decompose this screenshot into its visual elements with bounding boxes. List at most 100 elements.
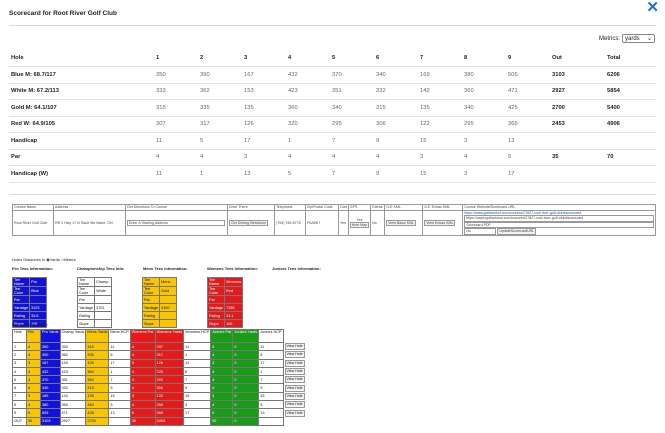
scorecard-cell: 5 [288, 165, 332, 183]
hole-map-button[interactable]: Hole Map [349, 221, 370, 228]
scorecard-cell: 1 [288, 132, 332, 150]
scorecard-no-select[interactable]: No [464, 228, 497, 235]
view-hole-button[interactable]: View Hole [284, 409, 305, 417]
scorecard-row: Gold M: 64.1/107 315 335 135 360 340 315 135 340… [9, 99, 656, 117]
grid-cell: 4 [129, 375, 156, 385]
tee-row: Tee Name Mens [141, 277, 178, 287]
scorecard-cell: White M: 67.2/113 [9, 83, 156, 100]
grid-cell: 0 [232, 375, 260, 385]
scorecard-header-cell: 7 [420, 50, 464, 67]
scorecard-cell: 3 [464, 165, 508, 183]
driving-directions-button[interactable]: Get Driving Directions [229, 219, 268, 226]
grid-header-cell: Mens HCP [108, 329, 131, 343]
grid-spacer [283, 330, 311, 343]
scorecard-cell: 505 [508, 66, 552, 84]
tee-value [224, 295, 243, 304]
view-hole-button[interactable]: View Hole [284, 359, 305, 367]
tee-label: Yardage [141, 303, 161, 312]
grid-cell: 5 [108, 350, 131, 360]
scorecard-cell: 5854 [607, 83, 656, 100]
grid-cell: 317 [154, 350, 185, 360]
scorecard-cell: 4906 [607, 116, 656, 133]
view-extras-kml-button[interactable]: View Extras KML [424, 219, 456, 226]
grid-cell: 295 [154, 400, 185, 410]
header-divider [9, 25, 656, 26]
scorecard-cell: 4 [332, 149, 376, 166]
grid-cell: 4 [210, 383, 234, 393]
scorecard-cell: 35 [552, 149, 607, 166]
tee-row: Rating [76, 311, 113, 320]
grid-cell: 5 [26, 408, 41, 418]
view-hole-button[interactable]: View Hole [284, 376, 305, 384]
grid-cell: 4 [210, 350, 234, 360]
grid-cell: 390 [40, 350, 61, 360]
view-hole-button[interactable]: View Hole [284, 351, 305, 359]
view-basic-kml-button[interactable]: View Basic KML [386, 219, 417, 226]
scorecard-cell [607, 165, 656, 183]
view-hole-button[interactable]: View Hole [284, 384, 305, 392]
view-hole-button[interactable]: View Hole [284, 368, 305, 376]
scorecard-cell: 315 [156, 99, 200, 117]
scorecard-cell: 17 [508, 165, 552, 183]
scorecard-cell: Gold M: 64.1/107 [9, 99, 156, 117]
tee-row: Slope [141, 319, 178, 328]
grid-cell: 505 [40, 408, 61, 418]
tee-value: 3701 [94, 303, 113, 312]
scorecard-cell: 142 [420, 83, 464, 100]
womens-tee-table: Tee Name Womens Tee Color Red Par Yardage 7335… [206, 277, 243, 328]
scorecard-header-cell: Out [552, 50, 607, 67]
start-address-input[interactable]: Enter A Starting Address [127, 219, 225, 226]
view-hole-button[interactable]: View Hole [284, 392, 305, 400]
grid-cell: 153 [59, 358, 87, 368]
view-hole-button[interactable]: View Hole [284, 343, 305, 351]
legend-text: Holes Distances in [12, 257, 46, 262]
grid-cell [183, 416, 212, 426]
info-extras: No [370, 210, 386, 236]
scorecard-cell: 351 [332, 83, 376, 100]
scorecard-cell: 320 [288, 116, 332, 133]
grid-cell: 3 [129, 391, 156, 402]
juniors-tees-heading: Juniors Tees Information: [272, 266, 321, 271]
grid-cell: 4 [129, 350, 156, 360]
grid-cell: 1 [258, 366, 284, 377]
view-hole-button[interactable]: View Hole [284, 401, 305, 409]
grid-cell: 135 [85, 358, 110, 368]
grid-header-cell: Juniors HCP [258, 329, 284, 343]
pro-tees-heading: Pro Tees Information: [12, 266, 54, 271]
close-icon[interactable]: ✕ [646, 0, 659, 16]
yards-label: Yards [49, 257, 60, 262]
scorecard-row: Blue M: 68.7/117 350 390 167 432 370 340 169 380… [9, 66, 656, 84]
pro-tee-table: Tee Name Pro Tee Color Blue Par Yardage 3103 Ra… [11, 277, 48, 328]
tee-value: Pro [29, 277, 48, 287]
scorecard-cell: 340 [376, 66, 420, 84]
grid-header-cell: Champ Yards [59, 329, 87, 343]
page-title: Scorecard for Root River Golf Club [9, 10, 117, 17]
scorecard-header-cell: 2 [200, 50, 244, 67]
tee-label: Yardage [76, 303, 96, 312]
meters-label: Meters [63, 257, 76, 262]
grid-cell: 4 [210, 400, 234, 410]
scorecard-cell: 5400 [607, 99, 656, 117]
grid-cell: 4 [129, 366, 156, 377]
grid-cell: 351 [59, 375, 87, 385]
tee-label: Tee Name [141, 277, 161, 287]
grid-cell: 360 [85, 366, 110, 377]
tee-row: Yardage 3103 [11, 303, 48, 312]
update-scorecard-url-button[interactable]: UpdateScorecardURL [497, 228, 537, 235]
grid-cell: 9 [258, 383, 284, 393]
grid-cell: 5 [129, 408, 156, 418]
scorecard-cell: 5 [200, 132, 244, 150]
scorecard-cell: 425 [508, 99, 552, 117]
info-zip: P6A5K7 [305, 210, 339, 236]
grid-action-cell: View Hole [283, 351, 311, 359]
grid-cell: 2927 [59, 416, 87, 426]
grid-cell: 1 [108, 366, 131, 377]
tee-value [29, 295, 48, 304]
tee-label: Par [11, 295, 31, 304]
grid-cell: 350 [40, 341, 61, 352]
grid-cell: 3 [258, 400, 284, 410]
scorecard-cell: 3 [420, 149, 464, 166]
metrics-select[interactable]: yards ⌄ [622, 34, 655, 43]
grid-row: 9 5 505 471 425 13 5 365 17 5 0 13 View Hole [12, 408, 312, 418]
grid-cell: 3 [26, 391, 41, 402]
